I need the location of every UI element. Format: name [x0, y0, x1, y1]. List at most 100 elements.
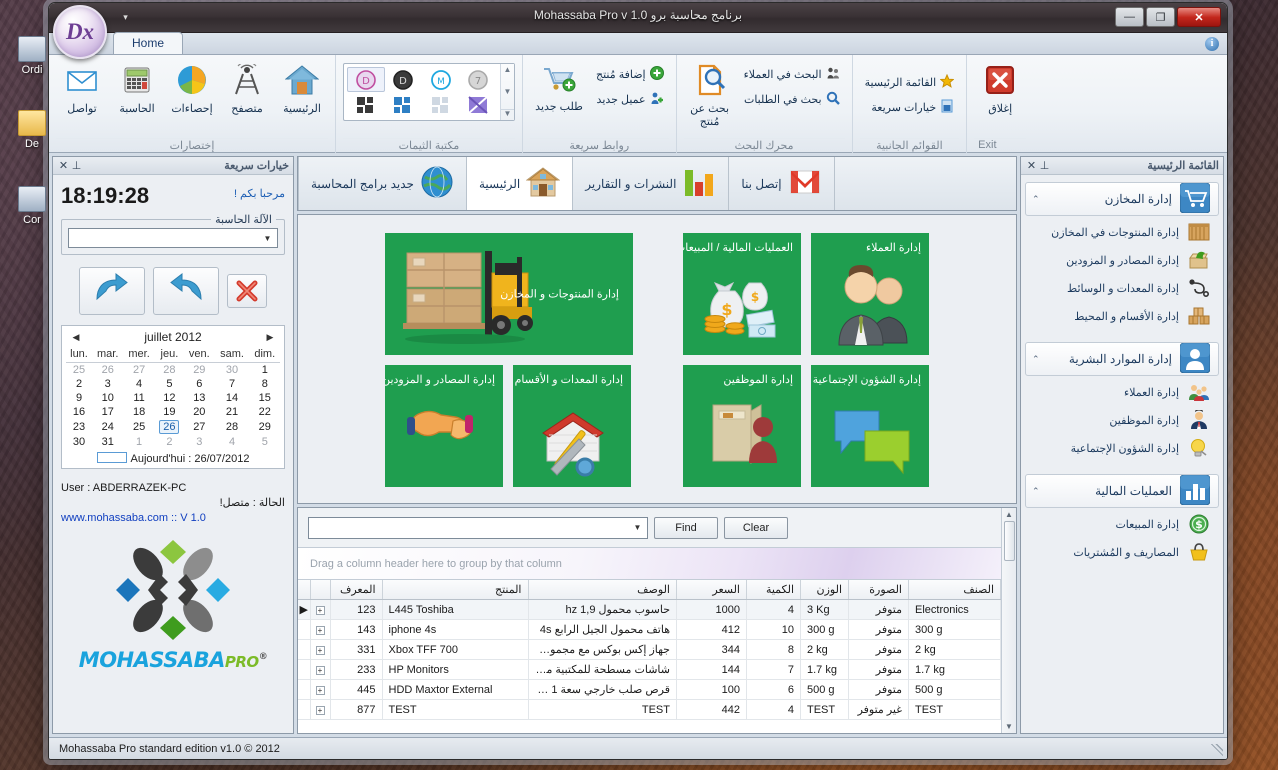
- calendar-day[interactable]: 12: [155, 391, 184, 405]
- gallery-scrollbar[interactable]: ▲ ▼ ▼: [500, 64, 514, 120]
- col-description[interactable]: الوصف: [528, 580, 677, 600]
- calendar-day[interactable]: 1: [250, 363, 281, 378]
- navgroup-hr[interactable]: إدارة الموارد البشرية ⌃: [1025, 342, 1219, 376]
- tile-clients[interactable]: إدارة العملاء: [811, 233, 929, 355]
- calendar-day[interactable]: 27: [184, 419, 214, 435]
- calendar-day[interactable]: 14: [215, 391, 250, 405]
- calendar-today-row[interactable]: Aujourd'hui : 26/07/2012: [66, 449, 280, 466]
- desktop-icon-computer[interactable]: Ordi: [4, 36, 60, 76]
- navitem-equipment-media[interactable]: إدارة المعدات و الوسائط: [1021, 274, 1223, 302]
- tile-financial-sales[interactable]: $ $ العمليات المالية / المبيعات: [683, 233, 801, 355]
- theme-metropolis-blue[interactable]: M: [422, 67, 460, 92]
- calendar-day[interactable]: 25: [66, 363, 92, 378]
- calendar-day[interactable]: 22: [250, 405, 281, 419]
- calendar-day[interactable]: 1: [123, 435, 154, 449]
- clear-button[interactable]: Clear: [724, 516, 788, 539]
- calendar-day[interactable]: 3: [92, 377, 123, 391]
- resize-grip-icon[interactable]: [1211, 744, 1223, 756]
- calendar-day[interactable]: 31: [92, 435, 123, 449]
- navitem-clients[interactable]: إدارة العملاء: [1021, 378, 1223, 406]
- exit-close-button[interactable]: إغلاق: [974, 59, 1026, 116]
- calendar-day[interactable]: 3: [184, 435, 214, 449]
- tile-suppliers[interactable]: إدارة المصادر و المزودين: [385, 365, 503, 487]
- table-row[interactable]: +143 iphone 4s هاتف محمول الجيل الرابع 4s 4…: [298, 619, 1001, 640]
- scroll-up-icon[interactable]: ▲: [1005, 510, 1013, 519]
- calendar-day[interactable]: 26: [92, 363, 123, 378]
- expand-icon[interactable]: +: [315, 665, 325, 675]
- shortcut-stats-button[interactable]: إحصاءات: [166, 59, 218, 116]
- expand-icon[interactable]: +: [315, 605, 325, 615]
- calendar-day[interactable]: 17: [92, 405, 123, 419]
- tab-reports[interactable]: النشرات و التقارير: [573, 157, 730, 210]
- calendar-day[interactable]: 9: [66, 391, 92, 405]
- maximize-button[interactable]: ❐: [1146, 7, 1175, 27]
- col-quantity[interactable]: الكمية: [746, 580, 801, 600]
- calendar-day[interactable]: 28: [215, 419, 250, 435]
- calendar-day[interactable]: 21: [215, 405, 250, 419]
- gallery-scroll-more-icon[interactable]: ▼: [501, 109, 514, 118]
- calendar-day[interactable]: 6: [184, 377, 214, 391]
- desktop-icon-documents[interactable]: De: [4, 110, 60, 150]
- calculator-input[interactable]: ▼: [68, 228, 278, 248]
- calendar-day[interactable]: 5: [155, 377, 184, 391]
- navitem-sales[interactable]: $ إدارة المبيعات: [1021, 510, 1223, 538]
- navitem-social-affairs[interactable]: إدارة الشؤون الإجتماعية: [1021, 434, 1223, 462]
- tab-home-ribbon[interactable]: Home: [113, 32, 184, 54]
- find-button[interactable]: Find: [654, 516, 718, 539]
- calendar-day[interactable]: 5: [250, 435, 281, 449]
- tile-employees[interactable]: إدارة الموظفين: [683, 365, 801, 487]
- close-icon[interactable]: ✕: [57, 159, 70, 172]
- calendar-day[interactable]: 15: [250, 391, 281, 405]
- theme-devexpress-dark[interactable]: D: [385, 67, 423, 92]
- navitem-sources-suppliers[interactable]: إدارة المصادر و المزودين: [1021, 246, 1223, 274]
- table-row[interactable]: ▶ +123 L445 Toshiba حاسوب محمول hz 1,9 1000 4…: [298, 599, 1001, 620]
- table-row[interactable]: +233 HP Monitors شاشات مسطحة للمكتبية من ن…: [298, 659, 1001, 680]
- minimize-button[interactable]: —: [1115, 7, 1144, 27]
- expand-icon[interactable]: +: [315, 625, 325, 635]
- calendar-day[interactable]: 20: [184, 405, 214, 419]
- col-category[interactable]: الصنف: [908, 580, 1001, 600]
- close-button[interactable]: ✕: [1177, 7, 1221, 27]
- row-expand-button[interactable]: +: [310, 619, 331, 640]
- calendar-day[interactable]: 29: [184, 363, 214, 378]
- navitem-products-in-warehouses[interactable]: إدارة المنتوجات في المخازن: [1021, 218, 1223, 246]
- calendar[interactable]: ◀ juillet 2012 ▶ lun. mar. mer. jeu. ven…: [61, 325, 285, 469]
- delete-button[interactable]: [227, 274, 267, 308]
- main-menu-button[interactable]: القائمة الرئيسية: [860, 71, 960, 94]
- chevron-up-icon[interactable]: ⌃: [1032, 486, 1040, 497]
- navgroup-financial[interactable]: العمليات المالية ⌃: [1025, 474, 1219, 508]
- calendar-day[interactable]: 16: [66, 405, 92, 419]
- calendar-day[interactable]: 2: [155, 435, 184, 449]
- tile-social-affairs[interactable]: إدارة الشؤون الإجتماعية: [811, 365, 929, 487]
- row-expand-button[interactable]: +: [310, 659, 331, 680]
- navitem-departments-environment[interactable]: إدارة الأقسام و المحيط: [1021, 302, 1223, 330]
- table-row[interactable]: +445 HDD Maxtor External قرص صلب خارجي سعة…: [298, 679, 1001, 700]
- calendar-day[interactable]: 25: [123, 419, 154, 435]
- theme-xmas-purple[interactable]: [460, 92, 498, 117]
- undo-button[interactable]: [79, 267, 145, 315]
- chevron-down-icon[interactable]: ▼: [261, 234, 274, 243]
- row-expand-button[interactable]: +: [310, 699, 331, 720]
- tab-home[interactable]: الرئيسية: [466, 157, 574, 210]
- col-price[interactable]: السعر: [676, 580, 747, 600]
- info-icon[interactable]: i: [1205, 37, 1219, 51]
- expand-icon[interactable]: +: [315, 645, 325, 655]
- calendar-day[interactable]: 7: [215, 377, 250, 391]
- calendar-day[interactable]: 29: [250, 419, 281, 435]
- col-image[interactable]: الصورة: [848, 580, 909, 600]
- calendar-day[interactable]: 8: [250, 377, 281, 391]
- theme-seven-gray[interactable]: 7: [460, 67, 498, 92]
- col-id[interactable]: المعرف: [330, 580, 383, 600]
- expand-icon[interactable]: +: [315, 685, 325, 695]
- theme-gallery[interactable]: D D M 7 ▲ ▼ ▼: [343, 63, 515, 121]
- col-product[interactable]: المنتج: [382, 580, 529, 600]
- calendar-day[interactable]: 27: [123, 363, 154, 378]
- pin-icon[interactable]: ⊥: [70, 159, 83, 172]
- search-clients-button[interactable]: البحث في العملاء: [739, 63, 845, 86]
- calendar-day[interactable]: 2: [66, 377, 92, 391]
- gallery-scroll-up-icon[interactable]: ▲: [504, 66, 512, 74]
- grid-vertical-scrollbar[interactable]: ▲ ▼: [1001, 508, 1016, 733]
- theme-tiles-light[interactable]: [422, 92, 460, 117]
- chevron-up-icon[interactable]: ⌃: [1032, 354, 1040, 365]
- calendar-day[interactable]: 23: [66, 419, 92, 435]
